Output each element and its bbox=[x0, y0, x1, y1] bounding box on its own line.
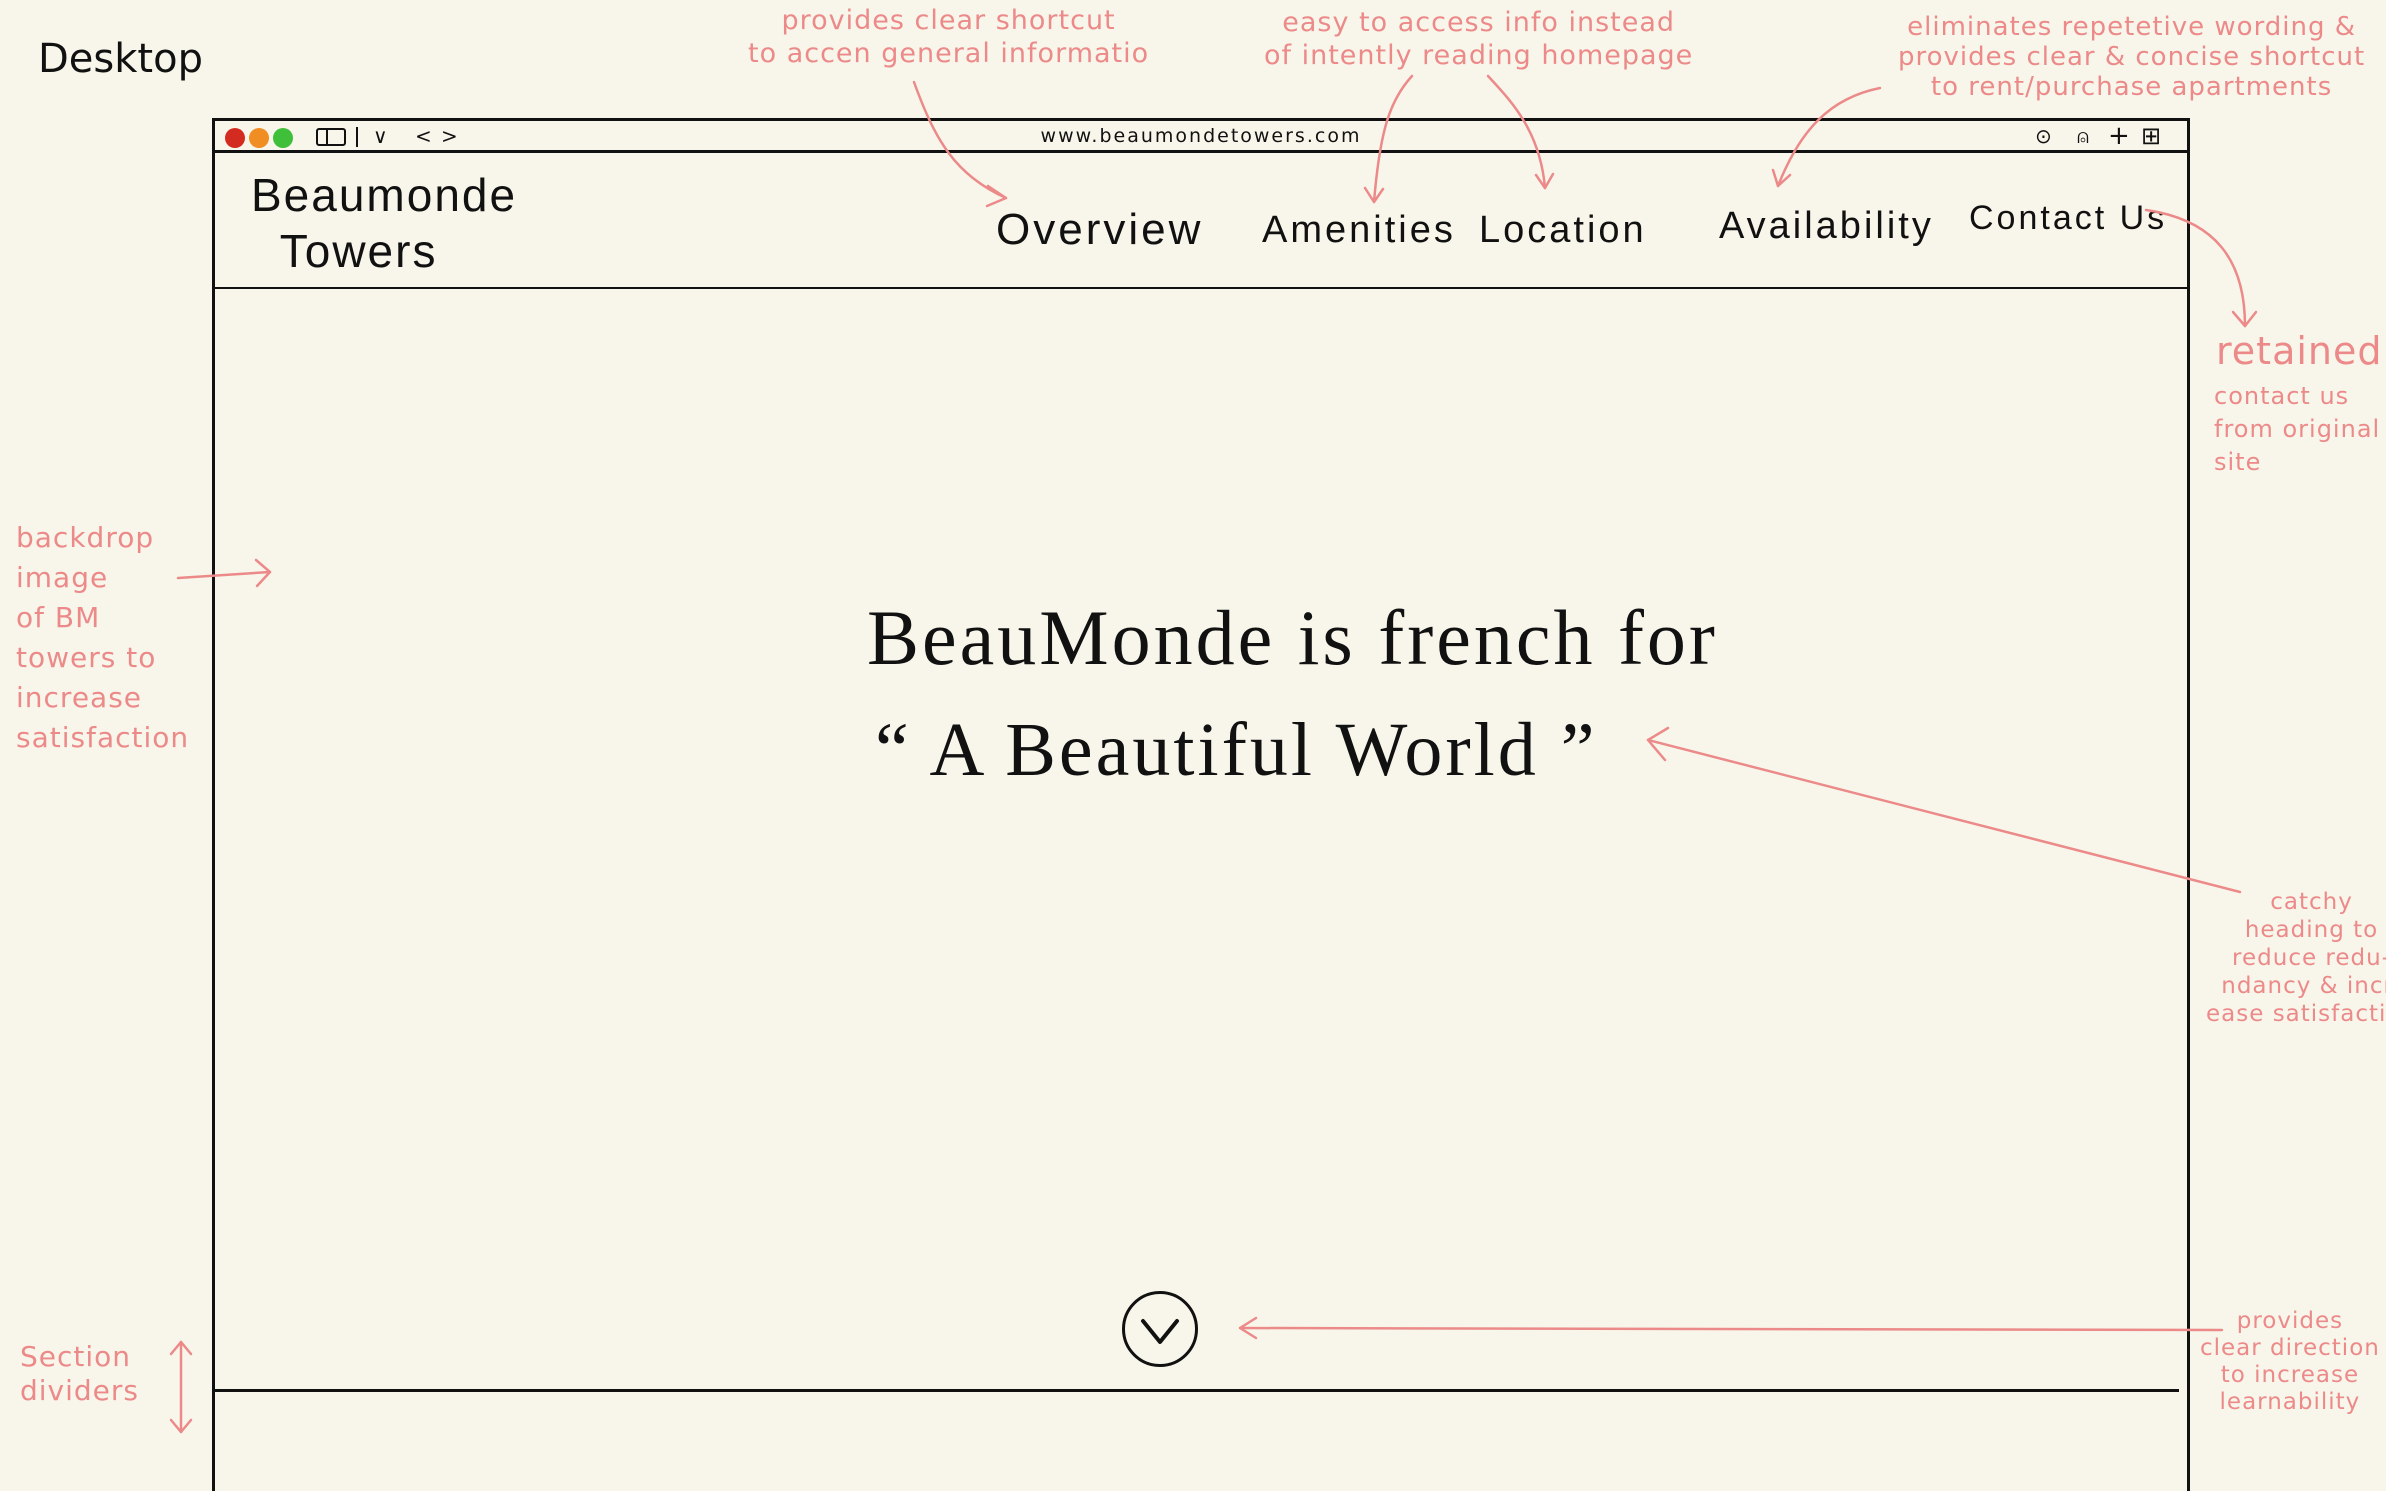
browser-window: ∨ < > www.beaumondetowers.com ⊙ ⍝ + ⊞ Be… bbox=[212, 118, 2190, 1491]
chevron-down-icon bbox=[1141, 1319, 1179, 1344]
hero-heading-line-1: BeauMonde is french for bbox=[867, 594, 1718, 681]
annotation-overview: provides clear shortcut to accen general… bbox=[748, 5, 1150, 69]
download-icon[interactable]: ⊙ bbox=[2035, 123, 2052, 149]
annotation-contact-body: contact us from original site bbox=[2214, 382, 2381, 476]
browser-toolbar: ∨ < > www.beaumondetowers.com ⊙ ⍝ + ⊞ bbox=[215, 121, 2187, 153]
nav-amenities[interactable]: Amenities bbox=[1262, 209, 1456, 252]
annotation-availability: eliminates repetetive wording & provides… bbox=[1898, 12, 2366, 102]
tab-overview-icon[interactable]: ⊞ bbox=[2141, 123, 2161, 149]
new-tab-icon[interactable]: + bbox=[2108, 123, 2130, 149]
section-divider bbox=[215, 1389, 2179, 1392]
logo-line-1: Beaumonde bbox=[251, 169, 518, 221]
annotation-dividers: Section dividers bbox=[20, 1340, 140, 1407]
annotation-amenities-location: easy to access info instead of intently … bbox=[1264, 7, 1694, 71]
site-logo[interactable]: Beaumonde Towers bbox=[251, 167, 517, 279]
page-label: Desktop bbox=[38, 36, 203, 82]
share-icon[interactable]: ⍝ bbox=[2077, 123, 2089, 149]
annotation-scroll: provides clear direction to increase lea… bbox=[2200, 1308, 2380, 1415]
annotation-contact-title: retained bbox=[2216, 329, 2383, 373]
logo-line-2: Towers bbox=[279, 225, 438, 277]
scroll-down-button[interactable] bbox=[1122, 1291, 1198, 1367]
hero-heading-line-2: “ A Beautiful World ” bbox=[875, 708, 1598, 792]
annotation-backdrop: backdrop image of BM towers to increase … bbox=[16, 521, 190, 754]
nav-overview[interactable]: Overview bbox=[996, 205, 1203, 255]
annotation-heading: catchy heading to reduce redu- ndancy & … bbox=[2206, 889, 2386, 1027]
nav-availability[interactable]: Availability bbox=[1719, 205, 1934, 248]
site-header: Beaumonde Towers Overview Amenities Loca… bbox=[215, 153, 2187, 289]
address-bar[interactable]: www.beaumondetowers.com bbox=[215, 123, 2187, 149]
nav-contact-us[interactable]: Contact Us bbox=[1969, 199, 2167, 238]
nav-location[interactable]: Location bbox=[1479, 209, 1647, 252]
